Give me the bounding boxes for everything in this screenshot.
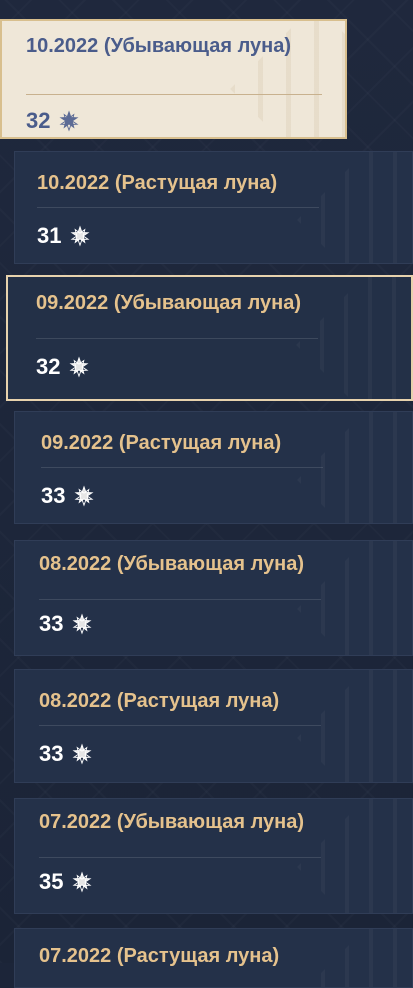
season-record-divider [41, 467, 323, 468]
season-record-divider [37, 207, 319, 208]
season-record-stars: 32 [36, 353, 90, 381]
stars-count: 35 [39, 869, 64, 894]
season-record-stars: 31 [37, 222, 91, 250]
season-record-stars: 33 [39, 740, 93, 768]
stars-count: 32 [26, 108, 51, 133]
season-record-divider [39, 857, 321, 858]
season-record-title: 09.2022 (Убывающая луна) [36, 292, 302, 314]
star-icon [72, 871, 92, 893]
season-record-active[interactable]: 10.2022 (Убывающая луна) 32 [0, 19, 347, 139]
season-record-title: 08.2022 (Растущая луна) [39, 690, 280, 712]
season-record-title: 08.2022 (Убывающая луна) [39, 553, 305, 575]
star-icon [74, 485, 94, 507]
season-record[interactable]: 09.2022 (Растущая луна) 33 [14, 411, 413, 524]
star-icon [70, 225, 90, 247]
star-icon [59, 110, 79, 132]
season-record-selected[interactable]: 09.2022 (Убывающая луна) 32 [6, 275, 413, 401]
season-record-stars: 33 [41, 482, 95, 510]
season-record[interactable]: 08.2022 (Убывающая луна) 33 [14, 540, 413, 656]
season-record-divider [26, 94, 322, 95]
star-icon [72, 613, 92, 635]
season-record-divider [39, 725, 321, 726]
stars-count: 33 [39, 611, 64, 636]
season-record-title: 10.2022 (Убывающая луна) [26, 35, 292, 57]
season-record-title: 07.2022 (Растущая луна) [39, 945, 280, 967]
season-record-stars: 35 [39, 868, 93, 896]
season-record[interactable]: 07.2022 (Убывающая луна) 35 [14, 798, 413, 914]
season-record-divider [36, 338, 318, 339]
season-record-title: 09.2022 (Растущая луна) [41, 432, 282, 454]
stars-count: 33 [41, 483, 66, 508]
season-record-stars: 33 [39, 610, 93, 638]
season-record[interactable]: 08.2022 (Растущая луна) 33 [14, 669, 413, 783]
season-record-stars: 32 [26, 107, 80, 135]
stars-count: 32 [36, 354, 61, 379]
season-record-list: 10.2022 (Убывающая луна) 32 10.2022 (Рас… [0, 0, 413, 988]
season-record[interactable]: 10.2022 (Растущая луна) 31 [14, 151, 413, 264]
stars-count: 31 [37, 223, 62, 248]
season-record-title: 07.2022 (Убывающая луна) [39, 811, 305, 833]
season-record-partial[interactable]: 07.2022 (Растущая луна) [14, 928, 413, 988]
star-icon [69, 356, 89, 378]
star-icon [72, 743, 92, 765]
season-record-divider [39, 599, 321, 600]
season-record-title: 10.2022 (Растущая луна) [37, 172, 278, 194]
stars-count: 33 [39, 741, 64, 766]
